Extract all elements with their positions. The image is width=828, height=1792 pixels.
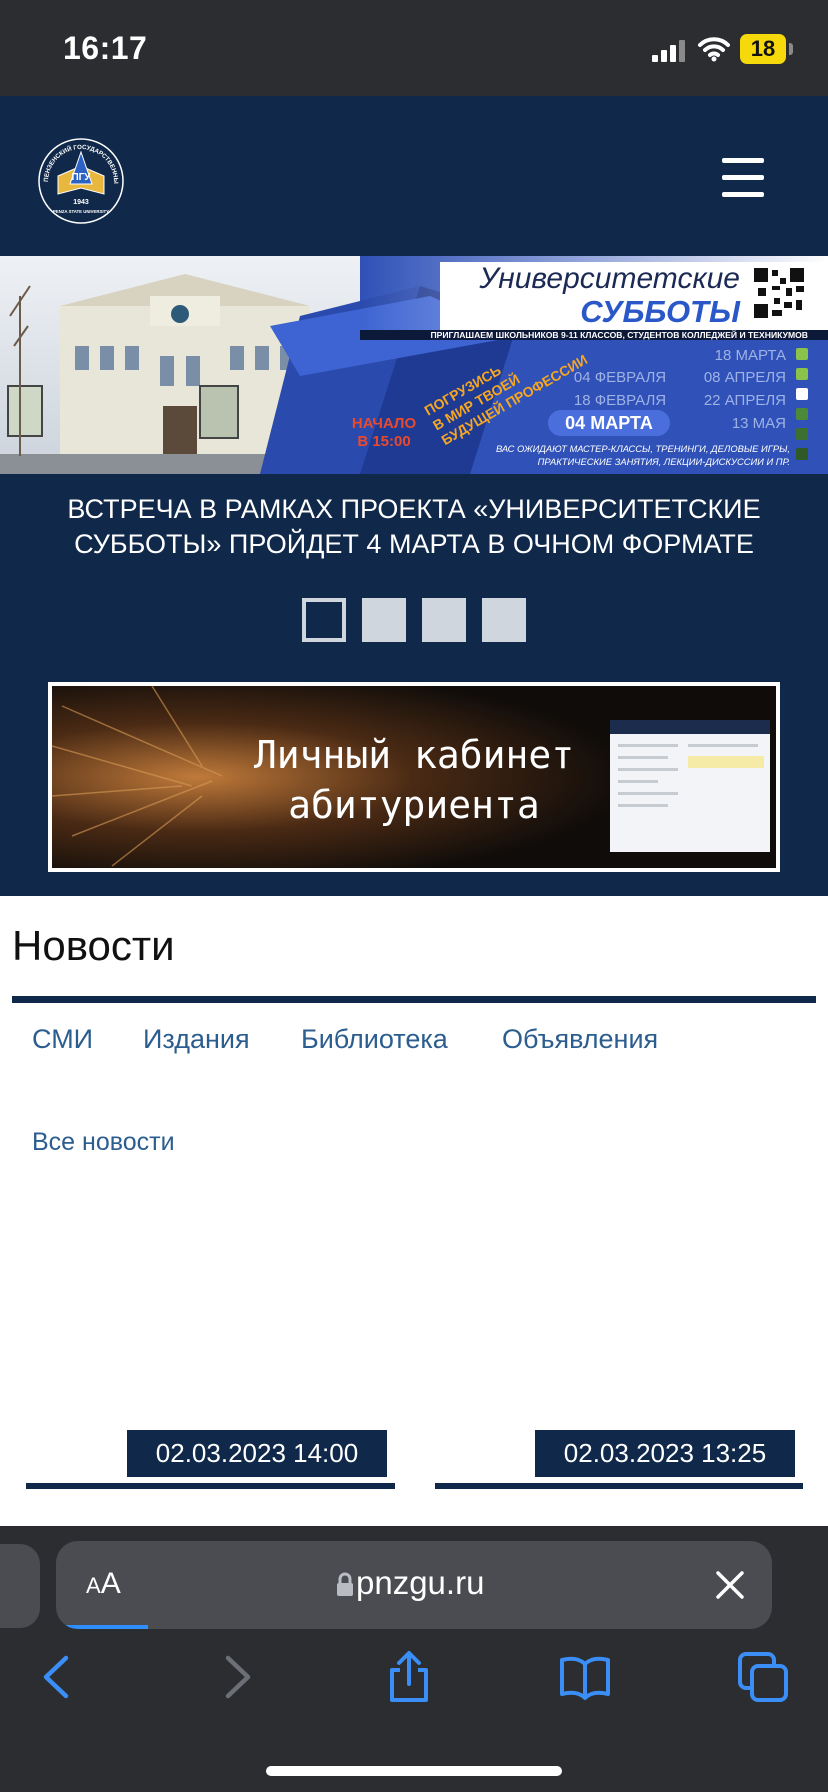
battery-icon: 18 bbox=[740, 34, 786, 64]
news-tab-media[interactable]: СМИ bbox=[32, 1024, 93, 1055]
news-tab-announcements[interactable]: Объявления bbox=[502, 1024, 658, 1055]
banner-date-right-1: 18 МАРТА bbox=[715, 347, 786, 364]
news-divider bbox=[12, 996, 816, 1003]
banner-date-left-1: 04 ФЕВРАЛЯ bbox=[574, 369, 666, 386]
home-indicator[interactable] bbox=[266, 1766, 562, 1776]
address-bar[interactable]: AA pnzgu.ru bbox=[56, 1541, 772, 1629]
lock-icon bbox=[337, 1572, 353, 1596]
tabs-icon[interactable] bbox=[736, 1650, 790, 1704]
news-date-badge: 02.03.2023 14:00 bbox=[127, 1430, 387, 1477]
banner-invite: ПРИГЛАШАЕМ ШКОЛЬНИКОВ 9-11 КЛАССОВ, СТУД… bbox=[430, 329, 808, 340]
banner-date-left-2: 18 ФЕВРАЛЯ bbox=[574, 392, 666, 409]
cabinet-title-2: абитуриента bbox=[288, 783, 540, 827]
banner-footer-1: ВАС ОЖИДАЮТ МАСТЕР-КЛАССЫ, ТРЕНИНГИ, ДЕЛ… bbox=[496, 443, 790, 454]
signal-icon bbox=[652, 40, 685, 62]
banner-date-right-3: 22 АПРЕЛЯ bbox=[704, 392, 786, 409]
forward-arrow-icon[interactable] bbox=[210, 1650, 264, 1704]
slider-dot-2[interactable] bbox=[362, 598, 406, 642]
previous-tab-preview[interactable] bbox=[0, 1544, 40, 1628]
close-icon[interactable] bbox=[714, 1569, 746, 1601]
banner-start-1: НАЧАЛО bbox=[352, 415, 417, 432]
slide-caption[interactable]: ВСТРЕЧА В РАМКАХ ПРОЕКТА «УНИВЕРСИТЕТСКИ… bbox=[30, 492, 798, 562]
all-news-link[interactable]: Все новости bbox=[32, 1128, 175, 1157]
text-size-button[interactable]: AA bbox=[86, 1567, 121, 1601]
hero-banner[interactable]: Университетские СУББОТЫ ПРИГЛАШАЕМ ШКОЛЬ… bbox=[0, 256, 828, 474]
university-logo[interactable]: ПЕНЗЕНСКИЙ ГОСУДАРСТВЕННЫЙ УНИВЕРСИТЕТ П… bbox=[36, 136, 126, 226]
slider-dot-1[interactable] bbox=[302, 598, 346, 642]
logo-abbrev: ПГУ bbox=[71, 172, 91, 183]
banner-title-1: Университетские bbox=[478, 262, 740, 295]
qr-code-icon bbox=[752, 266, 806, 320]
banner-highlight-date: 04 МАРТА bbox=[565, 413, 653, 433]
news-date-badge: 02.03.2023 13:25 bbox=[535, 1430, 795, 1477]
hamburger-menu-icon[interactable] bbox=[722, 158, 770, 198]
banner-footer-2: ПРАКТИЧЕСКИЕ ЗАНЯТИЯ, ЛЕКЦИИ-ДИСКУССИИ И… bbox=[538, 456, 790, 467]
banner-date-right-2: 08 АПРЕЛЯ bbox=[704, 369, 786, 386]
url-text[interactable]: pnzgu.ru bbox=[356, 1564, 484, 1602]
news-card-rule bbox=[435, 1483, 803, 1489]
banner-start-2: В 15:00 bbox=[357, 433, 410, 450]
news-heading: Новости bbox=[12, 922, 175, 969]
wifi-icon bbox=[698, 37, 730, 62]
status-bar: 16:17 18 bbox=[0, 0, 828, 96]
applicant-cabinet-banner[interactable]: Личный кабинет абитуриента bbox=[48, 682, 780, 872]
share-icon[interactable] bbox=[382, 1650, 436, 1704]
page-load-progress bbox=[56, 1625, 148, 1629]
logo-english: PENZA STATE UNIVERSITY bbox=[53, 209, 109, 214]
banner-date-right-4: 13 МАЯ bbox=[732, 415, 786, 432]
status-time: 16:17 bbox=[63, 30, 148, 66]
news-card-rule bbox=[26, 1483, 395, 1489]
battery-tip bbox=[789, 43, 793, 55]
back-arrow-icon[interactable] bbox=[32, 1650, 86, 1704]
bookmarks-icon[interactable] bbox=[558, 1650, 612, 1704]
news-tab-publications[interactable]: Издания bbox=[143, 1024, 250, 1055]
slider-dot-4[interactable] bbox=[482, 598, 526, 642]
news-tab-library[interactable]: Библиотека bbox=[301, 1024, 448, 1055]
banner-title-2: СУББОТЫ bbox=[580, 294, 741, 329]
slider-dot-3[interactable] bbox=[422, 598, 466, 642]
logo-year: 1943 bbox=[73, 199, 89, 206]
cabinet-title-1: Личный кабинет bbox=[254, 733, 574, 777]
